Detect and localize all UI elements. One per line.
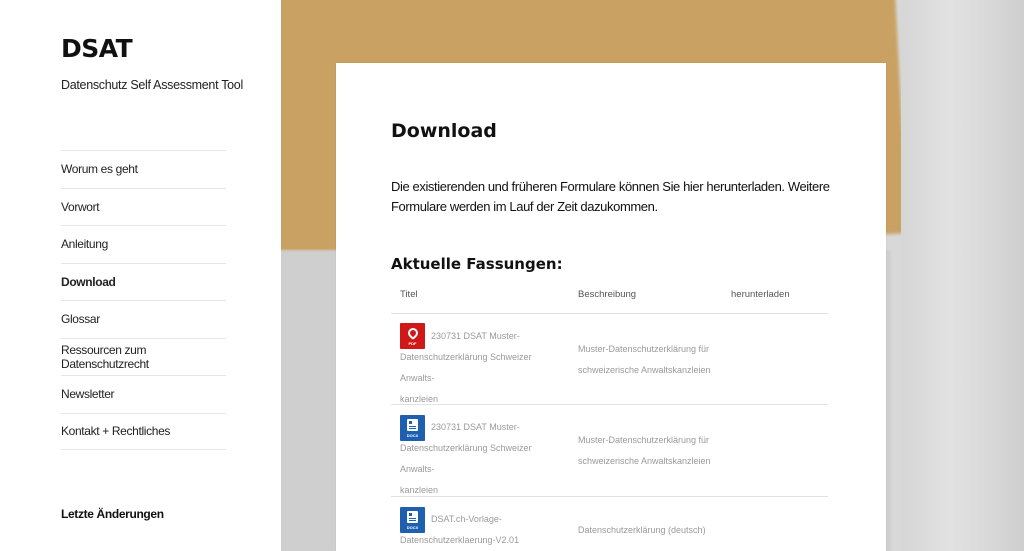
file-description: Muster-Datenschutzerklärung für schweize… <box>578 435 711 466</box>
column-header-title: Titel <box>400 289 418 300</box>
table-row: DOCX DSAT.ch-Vorlage- Datenschutzerklaer… <box>391 497 828 551</box>
site-title[interactable]: DSAT <box>61 34 133 63</box>
downloads-table: Titel Beschreibung herunterladen PDF 230… <box>391 283 828 551</box>
sidebar: DSAT Datenschutz Self Assessment Tool Wo… <box>0 0 281 551</box>
nav-item-glossar[interactable]: Glossar <box>61 300 226 338</box>
table-row: PDF 230731 DSAT Muster- Datenschutzerklä… <box>391 314 828 405</box>
file-title[interactable]: 230731 DSAT Muster- Datenschutzerklärung… <box>400 417 568 501</box>
recent-changes-heading: Letzte Änderungen <box>61 507 164 521</box>
section-title: Aktuelle Fassungen: <box>391 255 563 273</box>
site-description: Datenschutz Self Assessment Tool <box>61 78 243 92</box>
table-header: Titel Beschreibung herunterladen <box>391 283 828 314</box>
file-title[interactable]: 230731 DSAT Muster- Datenschutzerklärung… <box>400 326 568 410</box>
file-description: Datenschutzerklärung (deutsch) <box>578 525 706 535</box>
nav-item-worum-es-geht[interactable]: Worum es geht <box>61 150 226 188</box>
nav-item-kontakt[interactable]: Kontakt + Rechtliches <box>61 412 226 450</box>
table-row: DOCX 230731 DSAT Muster- Datenschutzerkl… <box>391 405 828 497</box>
main-navigation: Worum es geht Vorwort Anleitung Download… <box>61 150 226 450</box>
file-description: Muster-Datenschutzerklärung für schweize… <box>578 344 711 375</box>
nav-item-ressourcen[interactable]: Ressourcen zum Datenschutzrecht <box>61 337 226 376</box>
column-header-download: herunterladen <box>731 289 790 300</box>
background-monitor-edge <box>901 0 1024 551</box>
content-card: Download Die existierenden und früheren … <box>336 63 886 551</box>
intro-text: Die existierenden und früheren Formulare… <box>391 179 830 214</box>
file-title[interactable]: DSAT.ch-Vorlage- Datenschutzerklaerung-V… <box>400 509 568 551</box>
nav-item-anleitung[interactable]: Anleitung <box>61 225 226 263</box>
nav-item-vorwort[interactable]: Vorwort <box>61 187 226 226</box>
nav-item-download[interactable]: Download <box>61 262 226 301</box>
page-title: Download <box>391 120 497 142</box>
nav-item-newsletter[interactable]: Newsletter <box>61 375 226 413</box>
column-header-description: Beschreibung <box>578 289 637 300</box>
